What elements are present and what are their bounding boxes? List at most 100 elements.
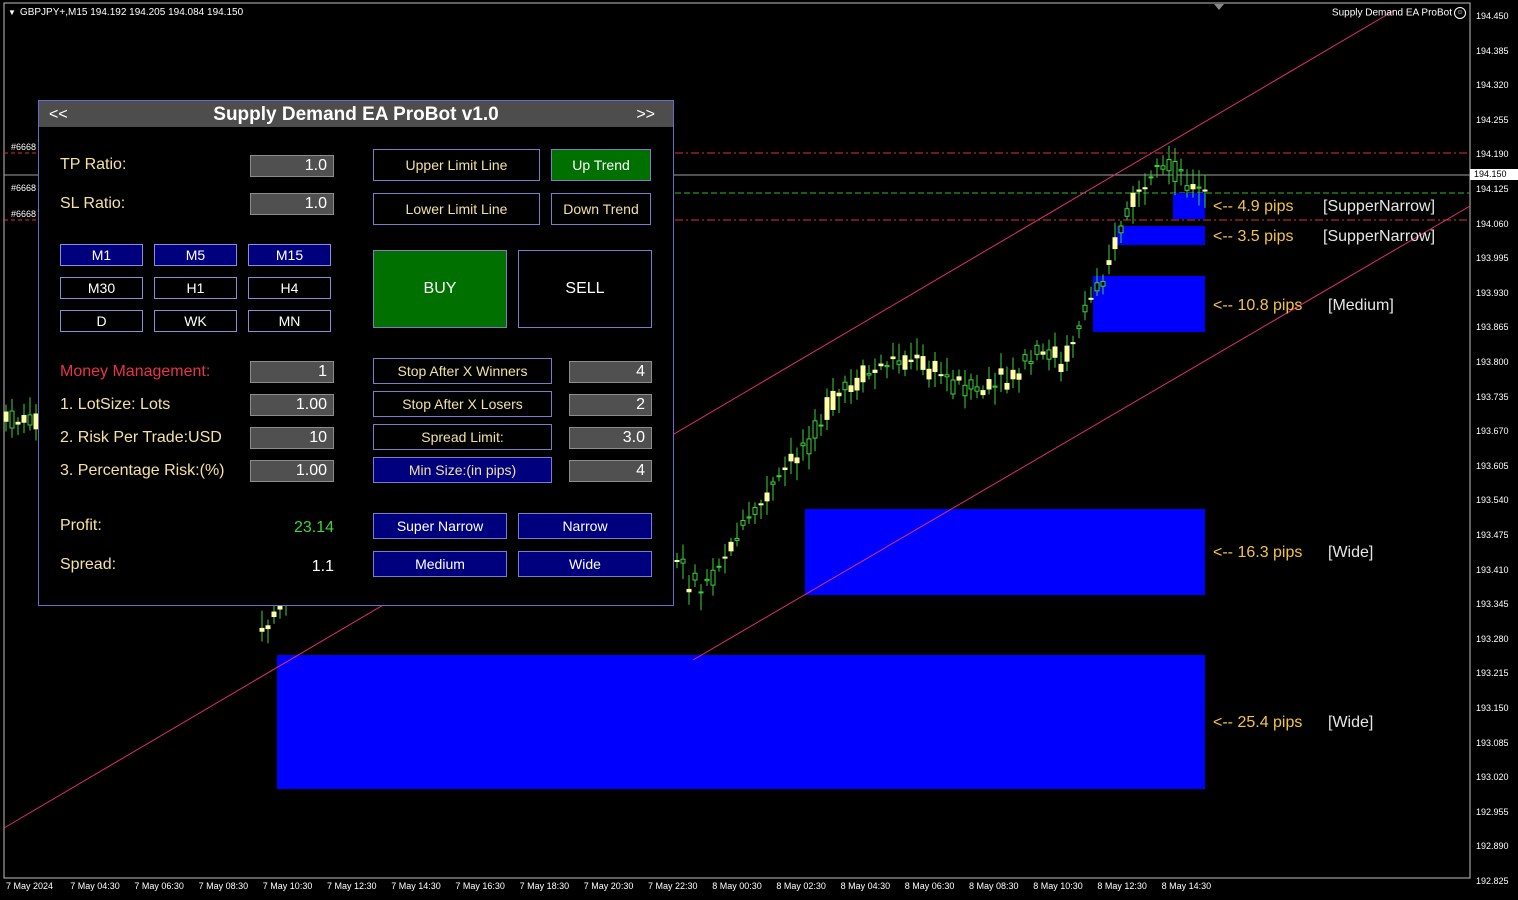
lot-size-label: 1. LotSize: Lots — [60, 396, 171, 413]
timeframe-wk-button[interactable]: WK — [154, 310, 237, 332]
candle-body — [1190, 184, 1196, 190]
risk-per-trade-label: 2. Risk Per Trade:USD — [60, 429, 222, 446]
price-tick-label: 194.125 — [1476, 184, 1509, 194]
candle-body — [968, 379, 974, 390]
candle-body — [926, 368, 932, 380]
spread-limit-input[interactable]: 3.0 — [569, 427, 652, 449]
timeframe-m1-button[interactable]: M1 — [60, 244, 143, 266]
candle-body — [932, 360, 938, 372]
upper-limit-line-button[interactable]: Upper Limit Line — [373, 149, 540, 181]
candle-body — [1142, 187, 1148, 190]
candle-body — [27, 414, 33, 426]
candle-body — [1172, 160, 1178, 182]
timeframe-mn-button[interactable]: MN — [248, 310, 331, 332]
candle-body — [902, 355, 908, 370]
price-tick-label: 192.955 — [1476, 806, 1509, 817]
sell-button[interactable]: SELL — [518, 250, 652, 328]
stop-after-winners-button[interactable]: Stop After X Winners — [373, 358, 552, 384]
candle-body — [1076, 325, 1082, 330]
candle-body — [806, 438, 812, 455]
candle-body — [890, 356, 896, 360]
panel-next-button[interactable]: >> — [636, 106, 655, 124]
wide-button[interactable]: Wide — [518, 551, 652, 577]
candle-body — [15, 421, 21, 425]
candle-body — [1022, 354, 1028, 362]
narrow-button[interactable]: Narrow — [518, 513, 652, 539]
timeframe-d-button[interactable]: D — [60, 310, 143, 332]
price-tick-label: 193.475 — [1476, 530, 1509, 540]
candle-body — [920, 356, 926, 370]
buy-button[interactable]: BUY — [373, 250, 507, 328]
candle-body — [770, 481, 776, 485]
min-size-input[interactable]: 4 — [569, 460, 652, 482]
candle-body — [674, 560, 680, 563]
candle-body — [998, 368, 1004, 375]
lot-size-input[interactable]: 1.00 — [250, 394, 334, 416]
panel-title-bar[interactable]: << Supply Demand EA ProBot v1.0 >> — [39, 101, 673, 127]
zone-type-label: [SupperNarrow] — [1323, 198, 1436, 215]
candle-body — [1118, 225, 1124, 234]
lower-limit-line-button[interactable]: Lower Limit Line — [373, 193, 540, 225]
price-tick-label: 193.150 — [1476, 703, 1509, 713]
sl-ratio-input[interactable]: 1.0 — [250, 193, 334, 215]
candle-body — [842, 381, 848, 391]
price-tick-label: 193.085 — [1476, 737, 1509, 748]
time-tick-label: 7 May 22:30 — [648, 881, 698, 891]
candle-body — [974, 386, 980, 392]
candle-body — [914, 354, 920, 359]
price-tick-label: 193.020 — [1476, 772, 1509, 783]
candle-body — [21, 415, 27, 423]
demand-zone-wide — [805, 509, 1205, 595]
timeframe-m15-button[interactable]: M15 — [248, 244, 331, 266]
candle-body — [986, 379, 992, 390]
candle-body — [1016, 373, 1022, 380]
candle-body — [1004, 382, 1010, 390]
price-tick-label: 194.190 — [1476, 149, 1509, 160]
candle-body — [800, 442, 806, 447]
stop-after-losers-input[interactable]: 2 — [569, 394, 652, 416]
candle-body — [1106, 260, 1112, 265]
candle-body — [1148, 176, 1154, 179]
zone-pips-label: <-- 10.8 pips — [1213, 297, 1303, 314]
spread-limit-button[interactable]: Spread Limit: — [373, 424, 552, 450]
demand-zone-wide-large — [277, 655, 1205, 789]
time-tick-label: 7 May 06:30 — [134, 881, 184, 891]
candle-body — [1058, 363, 1064, 373]
candle-body — [752, 507, 758, 515]
medium-button[interactable]: Medium — [373, 551, 507, 577]
price-tick-label: 193.930 — [1476, 287, 1509, 298]
super-narrow-button[interactable]: Super Narrow — [373, 513, 507, 539]
candle-body — [764, 492, 770, 502]
time-tick-label: 7 May 04:30 — [70, 881, 120, 891]
candle-body — [818, 424, 824, 427]
timeframe-m30-button[interactable]: M30 — [60, 277, 143, 299]
timeframe-h4-button[interactable]: H4 — [248, 277, 331, 299]
min-size-button[interactable]: Min Size:(in pips) — [373, 457, 552, 483]
candle-body — [848, 385, 854, 392]
price-tick-label: 194.255 — [1476, 114, 1509, 125]
price-tick-label: 193.215 — [1476, 668, 1509, 679]
price-tick-label: 193.865 — [1476, 322, 1509, 333]
down-trend-button[interactable]: Down Trend — [551, 193, 651, 225]
candle-body — [788, 453, 794, 462]
zone-type-label: [Medium] — [1328, 297, 1394, 314]
risk-per-trade-input[interactable]: 10 — [250, 427, 334, 449]
dropdown-triangle-icon[interactable]: ▼ — [8, 8, 16, 17]
timeframe-m5-button[interactable]: M5 — [154, 244, 237, 266]
money-management-input[interactable]: 1 — [250, 361, 334, 383]
stop-after-losers-button[interactable]: Stop After X Losers — [373, 391, 552, 417]
time-tick-label: 7 May 08:30 — [198, 881, 249, 891]
tp-ratio-input[interactable]: 1.0 — [250, 155, 334, 177]
percentage-risk-input[interactable]: 1.00 — [250, 460, 334, 482]
candle-body — [1130, 192, 1136, 207]
demand-zone-medium — [1093, 276, 1205, 332]
candle-body — [1154, 164, 1160, 167]
candle-body — [698, 591, 704, 594]
timeframe-h1-button[interactable]: H1 — [154, 277, 237, 299]
candle-body — [1040, 351, 1046, 355]
time-tick-label: 7 May 2024 — [6, 881, 54, 891]
smiley-icon[interactable]: ☺ — [1454, 7, 1466, 19]
time-tick-label: 8 May 00:30 — [712, 881, 762, 891]
stop-after-winners-input[interactable]: 4 — [569, 361, 652, 383]
up-trend-button[interactable]: Up Trend — [551, 149, 651, 181]
